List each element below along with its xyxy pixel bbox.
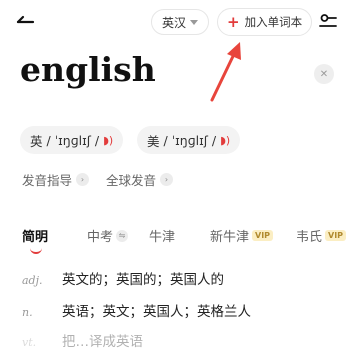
active-tab-indicator — [30, 246, 42, 254]
global-pronunciation-label: 全球发音 — [106, 173, 157, 188]
caret-down-icon — [190, 20, 199, 25]
pronunciation-guide-link[interactable]: 发音指导 › — [22, 170, 90, 189]
back-arrow-icon[interactable] — [14, 10, 36, 32]
pronunciation-guide-label: 发音指导 — [22, 173, 73, 188]
tab-label: 韦氏 — [296, 230, 323, 245]
clear-button[interactable]: ✕ — [314, 64, 334, 84]
pronunciation-region: 美 — [147, 133, 160, 149]
close-icon: ✕ — [319, 68, 329, 80]
pronunciation-us[interactable]: 美 / ˈɪŋɡlɪʃ / ◗) — [137, 126, 241, 154]
vip-badge: VIP — [325, 230, 347, 241]
plus-icon: + — [227, 12, 240, 31]
tab-oxford[interactable]: 牛津 — [149, 226, 175, 245]
definition-text: 把…译成英语 — [62, 334, 143, 350]
tab-label: 牛津 — [149, 230, 176, 245]
chevron-right-icon: › — [160, 173, 174, 186]
vip-badge: VIP — [252, 230, 274, 241]
global-pronunciation-link[interactable]: 全球发音 › — [106, 170, 174, 189]
speaker-icon: ◗) — [103, 133, 114, 147]
tab-webster[interactable]: 韦氏 VIP — [296, 226, 347, 245]
definition-row: n. 英语；英文；英国人；英格兰人 — [22, 300, 251, 320]
dictionary-label: 英汉 — [162, 15, 187, 30]
speaker-icon: ◗) — [220, 133, 231, 147]
tab-label: 简明 — [22, 230, 49, 245]
swap-icon: ⇋ — [116, 229, 129, 242]
pronunciation-ipa: / ˈɪŋɡlɪʃ / — [46, 132, 100, 148]
add-to-wordbook-button[interactable]: + 加入单词本 — [217, 8, 313, 36]
pronunciation-uk[interactable]: 英 / ˈɪŋɡlɪʃ / ◗) — [20, 126, 124, 154]
part-of-speech: adj. — [22, 274, 43, 287]
tab-label: 中考 — [87, 230, 114, 245]
tab-new-oxford[interactable]: 新牛津 VIP — [210, 226, 274, 245]
tab-label: 新牛津 — [210, 230, 250, 245]
chevron-right-icon: › — [76, 173, 90, 186]
pronunciation-region: 英 — [30, 133, 43, 149]
settings-sliders-icon[interactable] — [318, 12, 338, 32]
annotation-arrow — [210, 42, 241, 102]
add-to-wordbook-label: 加入单词本 — [244, 15, 303, 29]
definition-row: adj. 英文的；英国的；英国人的 — [22, 268, 224, 288]
definition-text: 英文的；英国的；英国人的 — [62, 272, 224, 288]
tab-middle-school[interactable]: 中考 ⇋ — [87, 226, 129, 245]
definition-row: vt. 把…译成英语 — [22, 330, 143, 350]
part-of-speech: vt. — [22, 336, 37, 349]
pronunciation-ipa: / ˈɪŋɡlɪʃ / — [163, 132, 217, 148]
definition-text: 英语；英文；英国人；英格兰人 — [62, 304, 251, 320]
top-bar: 英汉 + 加入单词本 — [0, 0, 358, 44]
part-of-speech: n. — [22, 306, 33, 319]
headword: english — [20, 50, 156, 89]
tab-concise[interactable]: 简明 — [22, 226, 48, 245]
dictionary-selector[interactable]: 英汉 — [151, 9, 210, 35]
